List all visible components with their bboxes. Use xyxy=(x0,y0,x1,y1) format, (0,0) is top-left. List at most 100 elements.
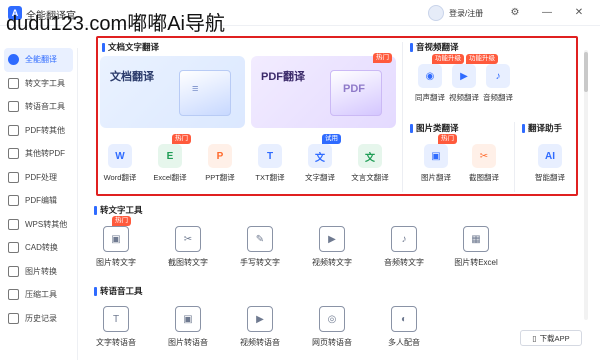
text-tool-icon xyxy=(8,77,19,89)
settings-icon[interactable]: ⚙ xyxy=(508,6,522,20)
tool-item[interactable]: ▣ 图片转文字 热门 xyxy=(86,216,146,268)
divider xyxy=(402,42,403,192)
trial-badge: 试用 xyxy=(322,134,341,144)
tool-icon: T xyxy=(103,306,129,332)
sidebar-item-label: WPS转其他 xyxy=(25,219,68,229)
download-app-button[interactable]: ▯ 下载APP xyxy=(520,330,582,346)
tool-item[interactable]: ◉ 同声翻译 功能升级 xyxy=(412,54,464,103)
tool-label: 音频翻译 xyxy=(483,93,513,102)
tool-item[interactable]: ♪ 音频翻译 xyxy=(480,64,516,103)
sidebar-item[interactable]: 图片转换 xyxy=(0,260,77,284)
tool-icon: ▣ xyxy=(424,144,448,168)
login-area[interactable]: 登录/注册 xyxy=(428,5,483,21)
tool-item[interactable]: ▶ 视频转文字 xyxy=(302,226,362,268)
pdf-convert-icon xyxy=(8,124,19,136)
tool-item[interactable]: ▣ 图片翻译 热门 xyxy=(412,134,460,183)
section-bar-icon xyxy=(410,42,413,52)
tool-item[interactable]: ✎ 手写转文字 xyxy=(230,226,290,268)
tool-item[interactable]: AI 智能翻译 xyxy=(526,144,574,183)
tool-icon: ✂ xyxy=(472,144,496,168)
divider xyxy=(514,122,515,192)
sidebar-item-label: 转文字工具 xyxy=(25,78,65,88)
sidebar-item[interactable]: 转文字工具 xyxy=(0,72,77,96)
pdf-edit-icon xyxy=(8,195,19,207)
tool-label: 手写转文字 xyxy=(240,258,280,267)
tool-item[interactable]: P PPT翻译 xyxy=(196,144,244,183)
tool-item[interactable]: 文文言文翻译 xyxy=(346,144,394,183)
close-icon[interactable]: ✕ xyxy=(572,6,586,20)
tool-item[interactable]: ✂ 截图翻译 xyxy=(460,144,508,183)
tool-icon: ✂ xyxy=(175,226,201,252)
card-doc-translate[interactable]: 文档翻译 ≡ xyxy=(100,56,245,128)
badge: 功能升级 xyxy=(466,54,498,64)
sidebar-item[interactable]: 转语音工具 xyxy=(0,95,77,119)
sidebar-item[interactable]: 历史记录 xyxy=(0,307,77,331)
tool-item[interactable]: W Word翻译 xyxy=(96,144,144,183)
section-bar-icon xyxy=(410,123,413,133)
login-link[interactable]: 登录/注册 xyxy=(449,8,483,19)
tool-item[interactable]: ♪ 音频转文字 xyxy=(374,226,434,268)
tool-item[interactable]: ◐ 多人配音 xyxy=(374,306,434,348)
tool-label: 图片转文字 xyxy=(96,258,136,267)
wps-icon xyxy=(8,218,19,230)
tool-item[interactable]: ▶ 视频转语音 xyxy=(230,306,290,348)
tool-icon: 文 xyxy=(308,144,332,168)
tool-item[interactable]: ▣ 图片转语音 xyxy=(158,306,218,348)
tool-label: 文字翻译 xyxy=(305,173,335,182)
card-label: PDF翻译 xyxy=(261,71,305,83)
sidebar-item[interactable]: PDF处理 xyxy=(0,166,77,190)
tool-label: 智能翻译 xyxy=(535,173,565,182)
tool-icon: T xyxy=(258,144,282,168)
sidebar-item[interactable]: PDF转其他 xyxy=(0,119,77,143)
tool-item[interactable]: ◎ 网页转语音 xyxy=(302,306,362,348)
sidebar-item-label: CAD转换 xyxy=(25,243,58,253)
history-icon xyxy=(8,312,19,324)
to-pdf-icon xyxy=(8,148,19,160)
tool-label: 视频转文字 xyxy=(312,258,352,267)
home-icon xyxy=(8,54,19,66)
sidebar-item-label: PDF编辑 xyxy=(25,196,57,206)
tool-icon: ▣ xyxy=(175,306,201,332)
tool-label: 截图转文字 xyxy=(168,258,208,267)
tool-item[interactable]: ▶ 视频翻译 功能升级 xyxy=(446,54,498,103)
sidebar-item-label: PDF转其他 xyxy=(25,125,65,135)
sidebar-item[interactable]: PDF编辑 xyxy=(0,189,77,213)
card-pdf-translate[interactable]: PDF翻译 PDF 热门 xyxy=(251,53,396,128)
sidebar-item-label: 图片转换 xyxy=(25,266,57,276)
avatar-icon[interactable] xyxy=(428,5,444,21)
tool-item[interactable]: T 文字转语音 xyxy=(86,306,146,348)
badge: 热门 xyxy=(172,134,191,144)
tool-item[interactable]: 文文字翻译 试用 xyxy=(296,134,344,183)
section-bar-icon xyxy=(94,205,97,215)
voice-tool-icon xyxy=(8,101,19,113)
tool-item[interactable]: ✂ 截图转文字 xyxy=(158,226,218,268)
tool-item[interactable]: ▦ 图片转Excel xyxy=(446,226,506,268)
tool-item[interactable]: E Excel翻译 热门 xyxy=(146,134,194,183)
tool-label: PPT翻译 xyxy=(205,173,235,182)
tool-icon: ▶ xyxy=(247,306,273,332)
sidebar-item[interactable]: 压缩工具 xyxy=(0,283,77,307)
tool-item[interactable]: T TXT翻译 xyxy=(246,144,294,183)
main-content: 文档文字翻译 文档翻译 ≡ PDF翻译 PDF 热门 W Word翻译 E Excel… xyxy=(86,30,586,360)
sidebar-item[interactable]: 全能翻译 xyxy=(4,48,73,72)
tool-icon: P xyxy=(208,144,232,168)
section-title-assistant: 翻译助手 xyxy=(522,122,562,134)
sidebar-item[interactable]: 其他转PDF xyxy=(0,142,77,166)
sidebar-item-label: 全能翻译 xyxy=(25,55,57,65)
badge: 功能升级 xyxy=(432,54,464,64)
watermark-text: dudu123.com嘟嘟Ai导航 xyxy=(6,13,225,35)
sidebar-item[interactable]: CAD转换 xyxy=(0,236,77,260)
section-title-doc: 文档文字翻译 xyxy=(102,41,159,53)
tool-label: 图片转语音 xyxy=(168,338,208,347)
sidebar-item[interactable]: WPS转其他 xyxy=(0,213,77,237)
tool-label: 截图翻译 xyxy=(469,173,499,182)
tool-label: Excel翻译 xyxy=(153,173,187,182)
tool-icon: W xyxy=(108,144,132,168)
scrollbar-thumb[interactable] xyxy=(584,52,588,92)
minimize-icon[interactable]: — xyxy=(540,6,554,20)
tool-label: 图片转Excel xyxy=(454,258,498,267)
tool-label: 网页转语音 xyxy=(312,338,352,347)
tool-label: 同声翻译 xyxy=(415,93,445,102)
image-icon xyxy=(8,265,19,277)
tool-icon: ▦ xyxy=(463,226,489,252)
